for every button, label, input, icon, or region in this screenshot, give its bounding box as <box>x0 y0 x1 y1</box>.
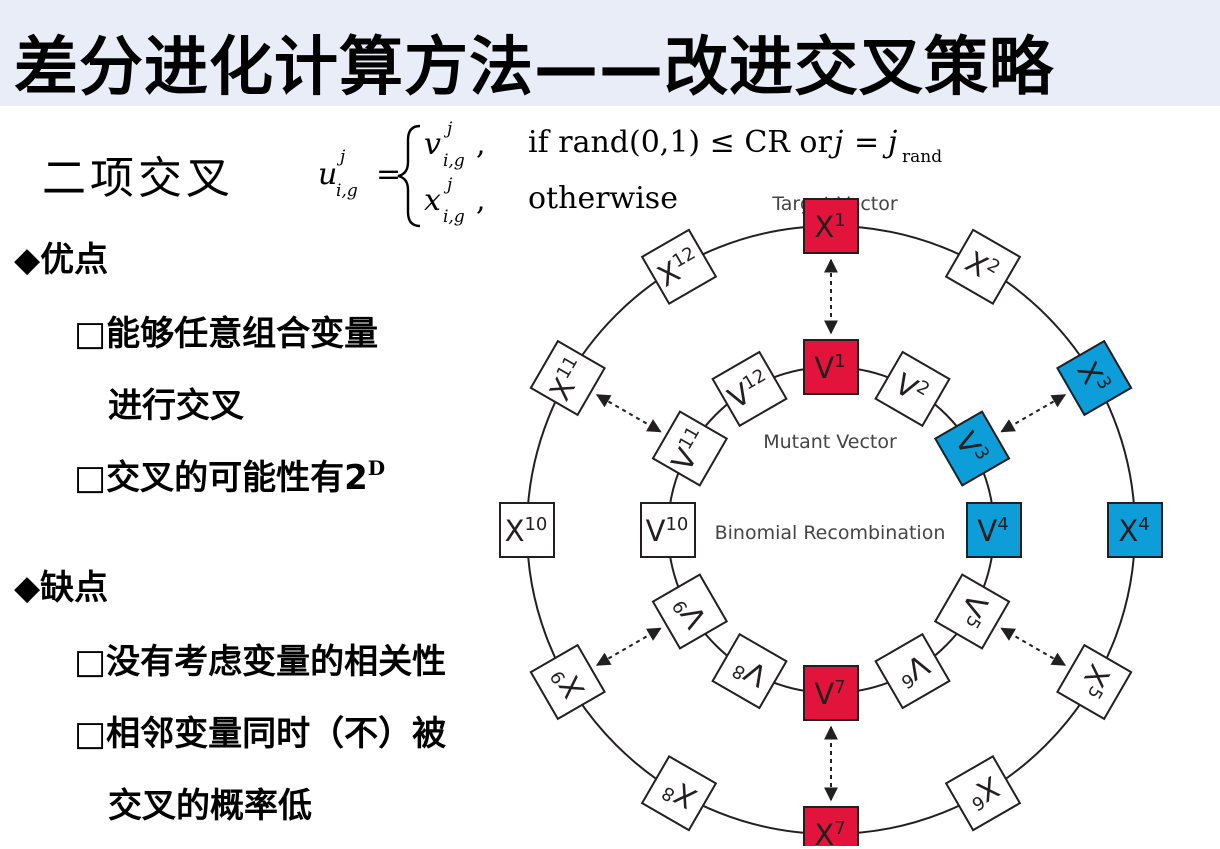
target-vector-box-11: X11 <box>529 339 606 417</box>
advantage-item-2-text: 交叉的可能性有2 <box>106 458 368 498</box>
formula-case1-jrand-sub: rand <box>902 147 942 167</box>
formula-case1-comma: , <box>476 127 486 162</box>
mutant-vector-box-6: V6 <box>874 632 951 710</box>
exponent-d: D <box>367 456 386 480</box>
formula-lhs-sub: i,g <box>336 181 358 201</box>
disadvantage-item-2: □相邻变量同时（不）被 <box>74 706 446 755</box>
checkbox-bullet-icon: □ <box>74 458 107 498</box>
formula-case2-sub: i,g <box>443 207 465 227</box>
formula-equals: = <box>376 157 401 192</box>
mutant-vector-box-9: V9 <box>651 573 729 650</box>
disadvantage-item-2-line2: 交叉的概率低 <box>108 786 312 826</box>
disadvantage-item-1-text: 没有考虑变量的相关性 <box>106 642 447 682</box>
target-vector-box-3: X3 <box>1056 339 1133 417</box>
disadvantage-item-2-line1: 相邻变量同时（不）被 <box>106 714 447 754</box>
formula-case1-condition: if rand(0,1) ≤ CR or <box>528 125 832 160</box>
advantage-item-1-line1: 能够任意组合变量 <box>106 314 379 354</box>
crossover-arrow-11 <box>595 394 662 433</box>
target-vector-box-9: X9 <box>529 643 606 721</box>
formula-case1-v: v <box>424 127 441 162</box>
formula-case1-eq: = <box>854 125 879 160</box>
crossover-arrow-9 <box>595 627 662 666</box>
mutant-vector-box-7: V7 <box>803 665 859 721</box>
formula-brace <box>397 124 421 228</box>
checkbox-bullet-icon: □ <box>74 714 107 754</box>
target-vector-box-7: X7 <box>803 806 859 846</box>
mutant-vector-box-12: V12 <box>711 350 788 428</box>
target-vector-box-12: X12 <box>640 228 718 305</box>
formula-lhs: u <box>318 157 337 192</box>
disadvantage-item-1: □没有考虑变量的相关性 <box>74 634 446 683</box>
mutant-vector-box-8: V8 <box>711 632 788 710</box>
binomial-crossover-heading: 二项交叉 <box>42 153 234 204</box>
mutant-vector-label: Mutant Vector <box>763 431 897 453</box>
binomial-recombination-label: Binomial Recombination <box>715 522 946 544</box>
mutant-vector-box-2: V2 <box>874 350 951 428</box>
crossover-arrow-5 <box>1000 627 1067 666</box>
disadvantages-heading: ◆缺点 <box>14 568 109 608</box>
formula-case2-sup: j <box>443 175 453 195</box>
checkbox-bullet-icon: □ <box>74 642 107 682</box>
target-vector-box-4: X4 <box>1107 502 1163 558</box>
crossover-arrow-3 <box>1000 394 1067 433</box>
advantages-heading: ◆优点 <box>14 240 109 280</box>
advantage-item-1: □能够任意组合变量 <box>74 306 378 355</box>
formula-case1-sup: j <box>443 119 453 139</box>
title-bar: 差分进化计算方法——改进交叉策略 <box>0 0 1220 106</box>
mutant-vector-box-10: V10 <box>640 502 696 558</box>
target-vector-box-10: X10 <box>499 502 555 558</box>
formula-case1-jrand: j <box>882 125 897 160</box>
mutant-vector-box-3: V3 <box>933 410 1011 487</box>
target-vector-box-6: X6 <box>944 755 1022 832</box>
formula-lhs-sup: j <box>336 147 346 167</box>
target-vector-box-2: X2 <box>944 228 1022 305</box>
mutant-vector-box-11: V11 <box>651 410 729 487</box>
target-vector-box-5: X5 <box>1056 643 1133 721</box>
target-vector-box-8: X8 <box>640 755 718 832</box>
checkbox-bullet-icon: □ <box>74 314 107 354</box>
page-title: 差分进化计算方法——改进交叉策略 <box>14 31 1054 105</box>
formula-case1-sub: i,g <box>443 151 465 171</box>
formula-case2-comma: , <box>476 183 486 218</box>
mutant-vector-box-1: V1 <box>803 339 859 395</box>
target-vector-box-1: X1 <box>803 198 859 254</box>
formula-case2-x: x <box>424 183 441 218</box>
binomial-recombination-diagram: Target Vector Mutant Vector Binomial Rec… <box>499 193 1163 846</box>
mutant-vector-box-5: V5 <box>933 573 1011 650</box>
mutant-vector-box-4: V4 <box>966 502 1022 558</box>
advantage-item-1-line2: 进行交叉 <box>108 386 244 426</box>
advantage-item-2: □交叉的可能性有2D <box>74 450 385 499</box>
